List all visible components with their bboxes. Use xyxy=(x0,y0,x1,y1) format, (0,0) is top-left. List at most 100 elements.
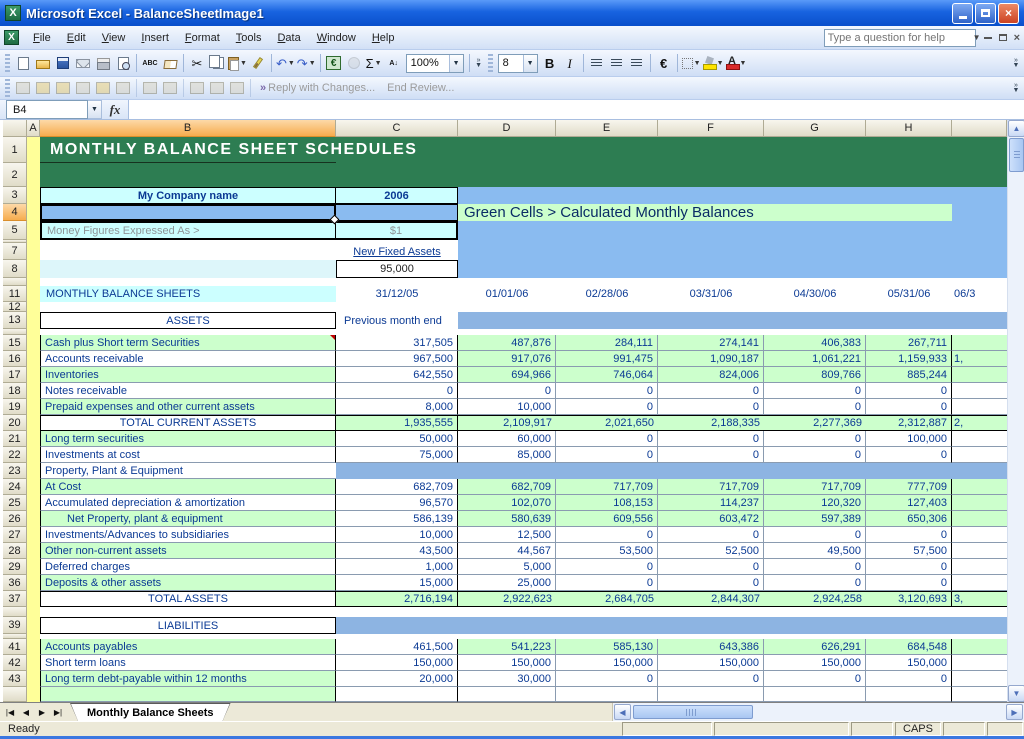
autosum-icon[interactable]: Σ▼ xyxy=(364,53,384,73)
row-header-7[interactable]: 7 xyxy=(3,243,27,260)
menu-item-insert[interactable]: Insert xyxy=(133,29,177,47)
cell-C29[interactable]: 1,000 xyxy=(336,559,458,575)
cell-E22[interactable]: 0 xyxy=(556,447,658,463)
cell-C25[interactable]: 96,570 xyxy=(336,495,458,511)
cell-C19[interactable]: 8,000 xyxy=(336,399,458,415)
cell-A4[interactable] xyxy=(27,204,40,221)
row-header-4[interactable]: 4 xyxy=(3,204,27,221)
cell-A[interactable] xyxy=(27,278,40,286)
delete-comment-icon[interactable] xyxy=(113,78,133,98)
close-button[interactable]: × xyxy=(998,3,1019,24)
cell-F24[interactable]: 717,709 xyxy=(658,479,764,495)
cell-C24[interactable]: 682,709 xyxy=(336,479,458,495)
cell-A26[interactable] xyxy=(27,511,40,527)
cell-C41[interactable]: 461,500 xyxy=(336,639,458,655)
cell-B1-title[interactable]: MONTHLY BALANCE SHEET SCHEDULES xyxy=(40,137,1007,163)
cell-B24-label[interactable]: At Cost xyxy=(40,479,336,495)
cell-I11-date[interactable]: 06/3 xyxy=(952,286,1007,302)
cell-H[interactable] xyxy=(866,687,952,702)
cell-A15[interactable] xyxy=(27,335,40,351)
cell-G28[interactable]: 49,500 xyxy=(764,543,866,559)
cell-A41[interactable] xyxy=(27,639,40,655)
cell-D16[interactable]: 917,076 xyxy=(458,351,556,367)
cell-G15[interactable]: 406,383 xyxy=(764,335,866,351)
cell-B37-total-label[interactable]: TOTAL ASSETS xyxy=(40,591,336,607)
cell-E26[interactable]: 609,556 xyxy=(556,511,658,527)
cell-G42[interactable]: 150,000 xyxy=(764,655,866,671)
menu-item-view[interactable]: View xyxy=(94,29,134,47)
align-center-icon[interactable] xyxy=(607,53,627,73)
cell-E42[interactable]: 150,000 xyxy=(556,655,658,671)
cell-E43[interactable]: 0 xyxy=(556,671,658,687)
toolbar-grip[interactable] xyxy=(5,79,10,97)
cell-E17[interactable]: 746,064 xyxy=(556,367,658,383)
name-box-dropdown-icon[interactable]: ▼ xyxy=(88,100,102,119)
undo-icon-dropdown-icon[interactable]: ▼ xyxy=(288,60,295,67)
cell-H43[interactable]: 0 xyxy=(866,671,952,687)
cell-H25[interactable]: 127,403 xyxy=(866,495,952,511)
previous-sheet-icon[interactable]: ◀ xyxy=(18,708,34,717)
menu-item-file[interactable]: File xyxy=(25,29,59,47)
row-header-22[interactable]: 22 xyxy=(3,447,27,463)
cell-B19-label[interactable]: Prepaid expenses and other current asset… xyxy=(40,399,336,415)
cell-D11-date[interactable]: 01/01/06 xyxy=(458,286,556,302)
cell-I42[interactable] xyxy=(952,655,1007,671)
cell-C26[interactable]: 586,139 xyxy=(336,511,458,527)
cell-A16[interactable] xyxy=(27,351,40,367)
cell-A37[interactable] xyxy=(27,591,40,607)
cell-G26[interactable]: 597,389 xyxy=(764,511,866,527)
last-sheet-icon[interactable]: ▶| xyxy=(50,708,66,717)
cell-E27[interactable]: 0 xyxy=(556,527,658,543)
cell-A1[interactable] xyxy=(27,137,40,163)
row-header-28[interactable]: 28 xyxy=(3,543,27,559)
cell-G17[interactable]: 809,766 xyxy=(764,367,866,383)
column-header-E[interactable]: E xyxy=(556,120,658,137)
cell-B13-assets-header[interactable]: ASSETS xyxy=(40,312,336,329)
autosum-icon-dropdown-icon[interactable]: ▼ xyxy=(375,60,382,67)
sort-ascending-icon[interactable]: A↓ xyxy=(384,53,404,73)
cell-E37[interactable]: 2,684,705 xyxy=(556,591,658,607)
row-header-41[interactable]: 41 xyxy=(3,639,27,655)
row-header-42[interactable]: 42 xyxy=(3,655,27,671)
cell-B26-label[interactable]: Net Property, plant & equipment xyxy=(40,511,336,527)
cell-A24[interactable] xyxy=(27,479,40,495)
cell-F27[interactable]: 0 xyxy=(658,527,764,543)
cell-A12[interactable] xyxy=(27,302,40,312)
cell-A13[interactable] xyxy=(27,312,40,329)
cell-E16[interactable]: 991,475 xyxy=(556,351,658,367)
column-header-C[interactable]: C xyxy=(336,120,458,137)
row-header-15[interactable]: 15 xyxy=(3,335,27,351)
cell-B15-label[interactable]: Cash plus Short term Securities xyxy=(40,335,336,351)
cell-D[interactable] xyxy=(458,687,556,702)
cell-C3-year[interactable]: 2006 xyxy=(336,187,458,204)
cell-G29[interactable]: 0 xyxy=(764,559,866,575)
cell-C8-new-fixed-assets-value[interactable]: 95,000 xyxy=(336,260,458,278)
row-header-11[interactable]: 11 xyxy=(3,286,27,302)
cell-A17[interactable] xyxy=(27,367,40,383)
spelling-icon[interactable]: ABC xyxy=(140,53,160,73)
next-sheet-icon[interactable]: ▶ xyxy=(34,708,50,717)
scroll-down-icon[interactable]: ▼ xyxy=(1008,685,1024,702)
menu-item-window[interactable]: Window xyxy=(309,29,364,47)
cell-B5-money-note[interactable]: Money Figures Expressed As > xyxy=(40,221,336,240)
cell-F22[interactable]: 0 xyxy=(658,447,764,463)
cell-A21[interactable] xyxy=(27,431,40,447)
cell-D43[interactable]: 30,000 xyxy=(458,671,556,687)
accept-reject-icon[interactable] xyxy=(160,78,180,98)
euro-icon[interactable]: € xyxy=(654,53,674,73)
format-painter-icon[interactable] xyxy=(248,53,268,73)
cell-I37[interactable]: 3, xyxy=(952,591,1007,607)
undo-icon[interactable]: ↶▼ xyxy=(275,53,296,73)
cell-C11-date[interactable]: 31/12/05 xyxy=(336,286,458,302)
cell-G11-date[interactable]: 04/30/06 xyxy=(764,286,866,302)
workbook-close-icon[interactable]: × xyxy=(1014,32,1020,44)
cell-D17[interactable]: 694,966 xyxy=(458,367,556,383)
cell-G43[interactable]: 0 xyxy=(764,671,866,687)
cell-C13-previous-month-end[interactable]: Previous month end xyxy=(336,312,458,329)
redo-icon-dropdown-icon[interactable]: ▼ xyxy=(309,60,316,67)
cell-E21[interactable]: 0 xyxy=(556,431,658,447)
send-to-review-icon[interactable] xyxy=(207,78,227,98)
borders-icon[interactable]: ▼ xyxy=(681,53,702,73)
cell-H15[interactable]: 267,711 xyxy=(866,335,952,351)
cell-C42[interactable]: 150,000 xyxy=(336,655,458,671)
